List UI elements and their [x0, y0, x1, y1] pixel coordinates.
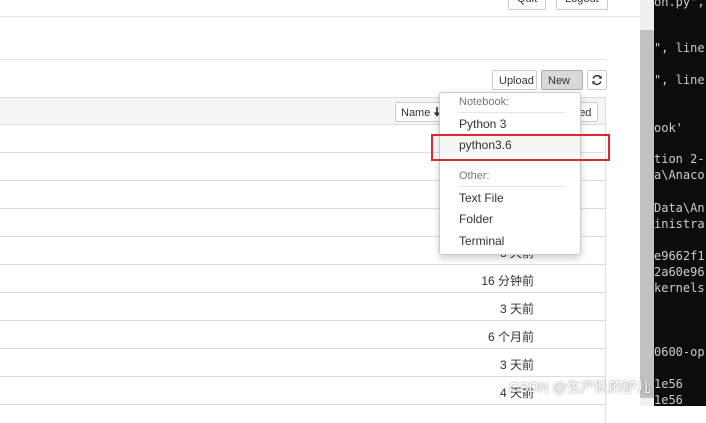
terminal-line: Data\An: [654, 201, 705, 215]
upload-button[interactable]: Upload: [492, 70, 537, 90]
other-section-header: Other:: [459, 170, 490, 182]
terminal-line: ook': [654, 121, 683, 135]
new-dropdown-menu: Notebook: Python 3 python3.6 Other: Text…: [439, 92, 581, 255]
menu-item-terminal[interactable]: Terminal: [440, 231, 580, 251]
terminal-line: 2a60e96: [654, 265, 705, 279]
divider: [459, 186, 565, 187]
divider: [0, 59, 606, 60]
sort-name-label: Name: [401, 107, 431, 119]
refresh-button[interactable]: [587, 70, 607, 90]
list-item[interactable]: 6 个月前: [0, 321, 605, 349]
watermark: CSDN @生产队的驴儿: [509, 379, 651, 395]
quit-button[interactable]: Quit: [508, 0, 547, 10]
highlight-annotation: [431, 134, 610, 161]
terminal-line: ", line: [654, 41, 705, 55]
modified-time: 6 个月前: [487, 330, 534, 344]
terminal-line: a\Anaco: [654, 168, 705, 182]
terminal-line: ", line: [654, 73, 705, 87]
terminal-line: on.py",: [654, 0, 705, 9]
logout-button[interactable]: Logout: [556, 0, 608, 10]
terminal-line: 1e56: [654, 393, 683, 406]
terminal-window: on.py", ", line ", line ook' tion 2- a\A…: [654, 0, 706, 406]
terminal-line: tion 2-: [654, 152, 705, 166]
terminal-line: e9662f1: [654, 249, 705, 263]
modified-time: 3 天前: [499, 358, 534, 372]
upload-button-label: Upload: [499, 75, 534, 87]
terminal-line: 0600-op: [654, 345, 705, 359]
terminal-line: 1e56: [654, 377, 683, 391]
list-item[interactable]: 3 天前: [0, 349, 605, 377]
top-header-strip: Quit Logout: [0, 0, 640, 17]
notebook-section-header: Notebook:: [459, 96, 510, 108]
new-button-label: New: [548, 75, 571, 87]
terminal-line: kernels: [654, 281, 705, 295]
divider: [459, 112, 565, 113]
new-button[interactable]: New: [541, 70, 583, 104]
terminal-line: inistra: [654, 217, 705, 231]
list-item[interactable]: 16 分钟前: [0, 265, 605, 293]
list-item[interactable]: 3 天前: [0, 293, 605, 321]
menu-item-text-file[interactable]: Text File: [440, 188, 580, 208]
menu-item-folder[interactable]: Folder: [440, 209, 580, 229]
refresh-icon: [592, 74, 602, 86]
modified-time: 3 天前: [499, 302, 534, 316]
modified-time: 16 分钟前: [481, 274, 534, 288]
menu-item-python3[interactable]: Python 3: [440, 114, 580, 134]
scrollbar-thumb[interactable]: [640, 30, 654, 398]
